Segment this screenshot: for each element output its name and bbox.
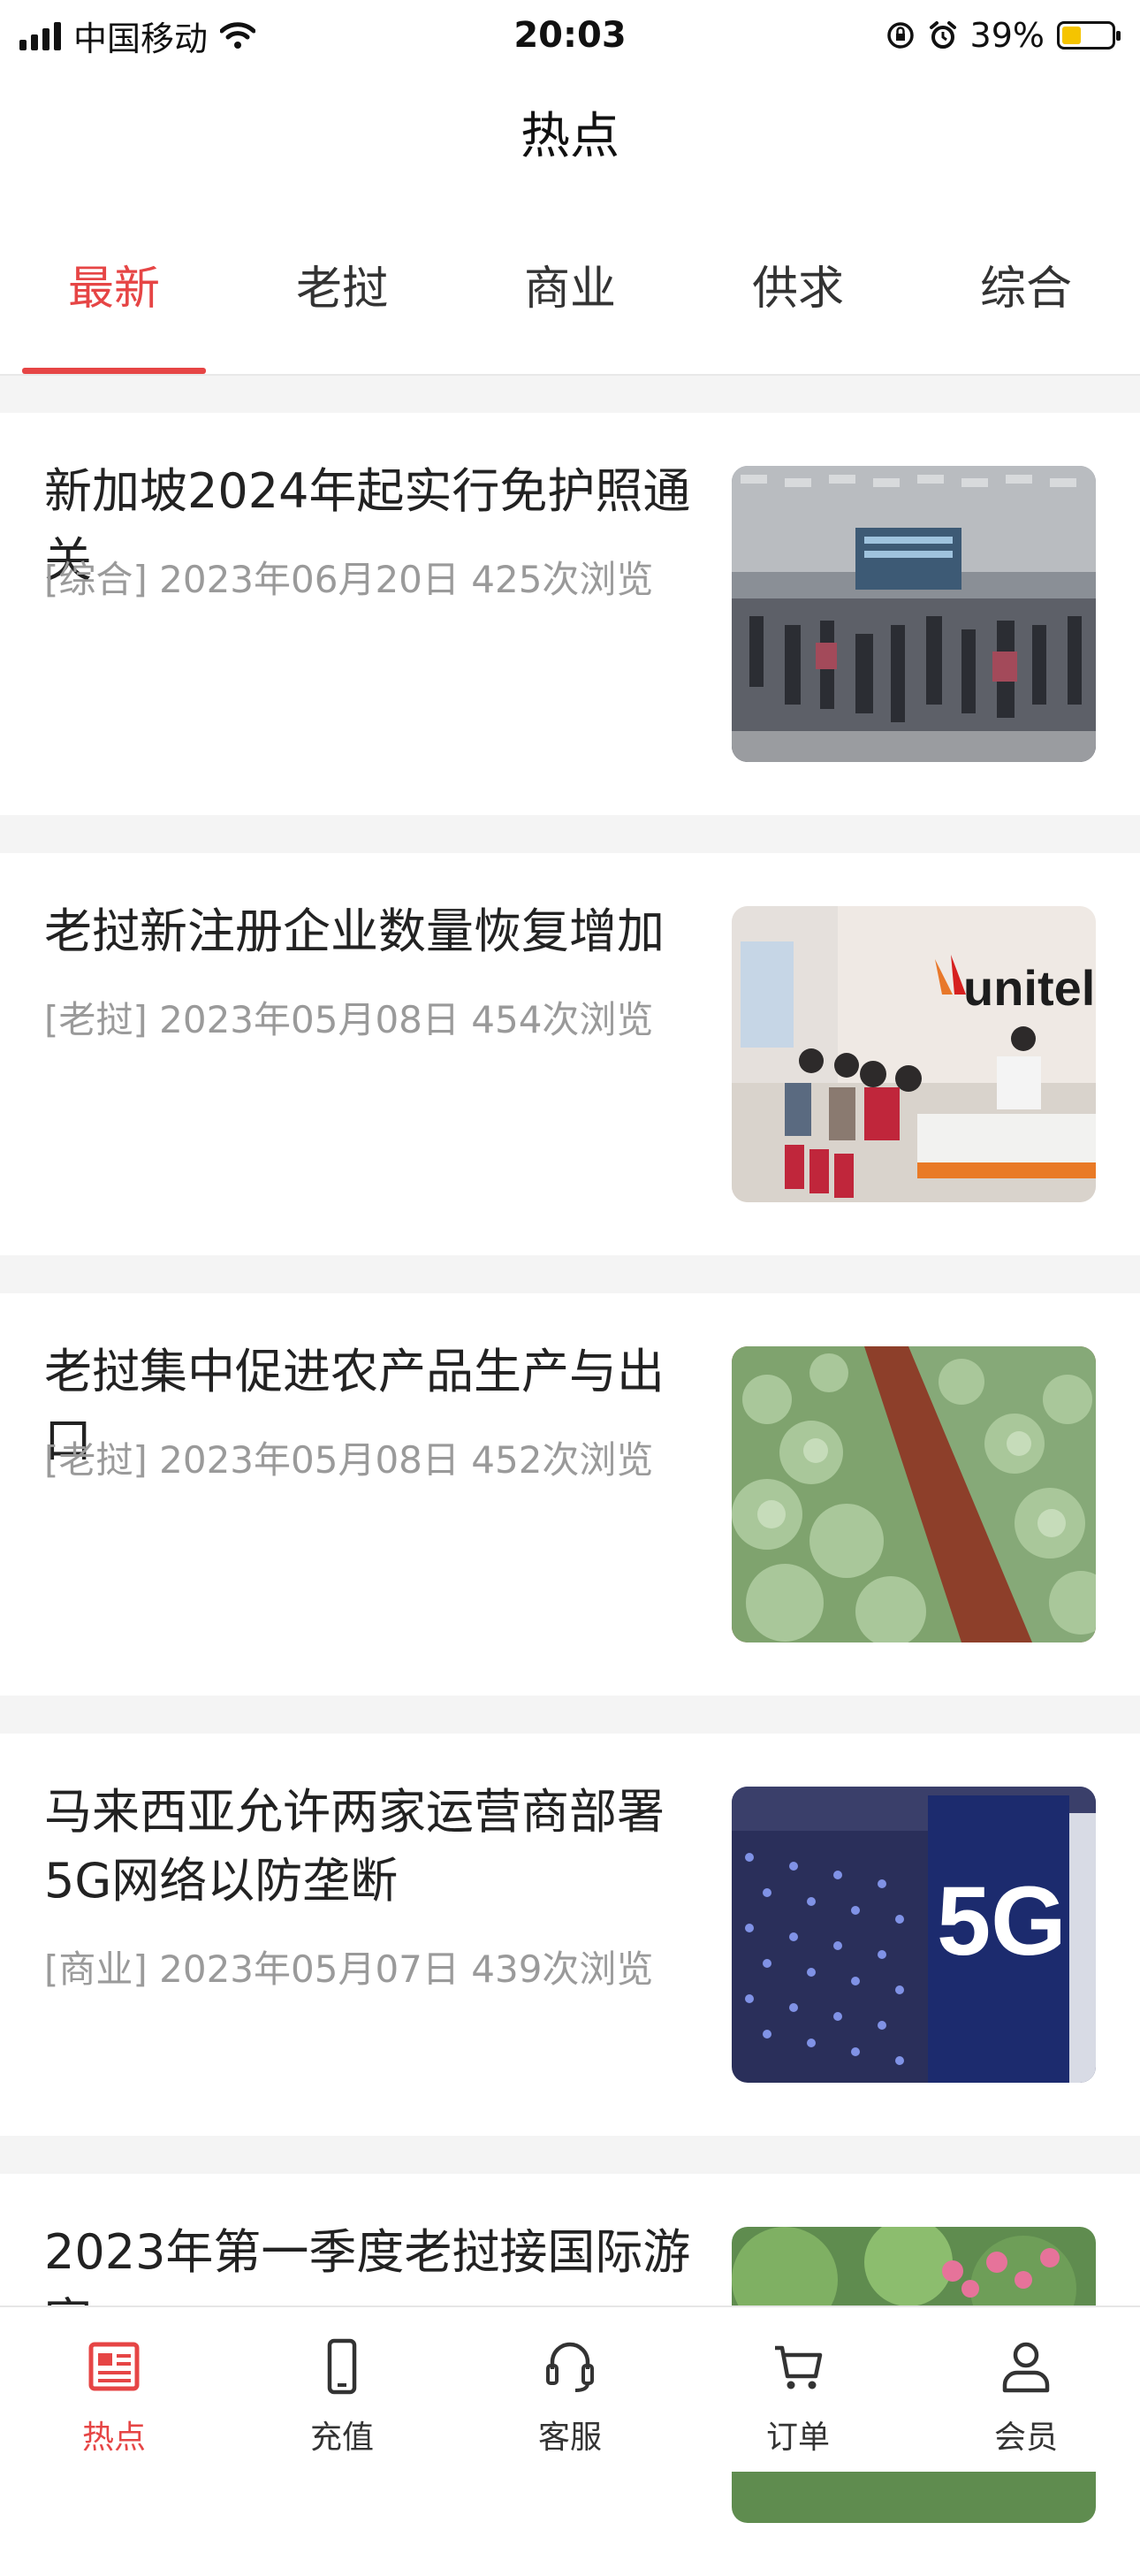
nav-recharge-label: 充值 — [309, 2420, 374, 2456]
news-thumbnail-5g-sign: 5G — [732, 1787, 1096, 2083]
status-right: 39% — [885, 11, 1121, 60]
news-title: 老挝新注册企业数量恢复增加 — [44, 903, 665, 959]
nav-member-label: 会员 — [993, 2420, 1058, 2456]
battery-fill — [1062, 27, 1081, 44]
status-bar: 中国移动 20:03 39% — [0, 0, 1140, 71]
page-title: 热点 — [521, 108, 619, 165]
news-meta: [综合] 2023年06月20日 425次浏览 — [44, 558, 654, 601]
news-title: 马来西亚允许两家运营商部署5G网络以防垄断 — [44, 1784, 665, 1909]
battery-percent: 39% — [969, 16, 1045, 55]
tab-latest[interactable]: 最新 — [0, 203, 228, 376]
5g-sign-text: 5G — [937, 1867, 1067, 1976]
news-icon — [88, 2342, 140, 2391]
tab-business[interactable]: 商业 — [456, 203, 684, 376]
nav-hot-label: 热点 — [81, 2420, 146, 2456]
news-item[interactable]: 新加坡2024年起实行免护照通关 [综合] 2023年06月20日 425次浏览 — [0, 413, 1140, 815]
nav-service-label: 客服 — [537, 2420, 602, 2456]
news-meta: [商业] 2023年05月07日 439次浏览 — [44, 1947, 654, 1991]
news-item[interactable]: 老挝集中促进农产品生产与出口 [老挝] 2023年05月08日 452次浏览 — [0, 1293, 1140, 1696]
alarm-icon — [929, 21, 956, 49]
nav-hot[interactable]: 热点 — [0, 2307, 228, 2473]
category-tabs: 最新 老挝 商业 供求 综合 — [0, 203, 1140, 376]
news-item[interactable]: 老挝新注册企业数量恢复增加 [老挝] 2023年05月08日 454次浏览 un… — [0, 853, 1140, 1255]
headset-icon — [546, 2342, 594, 2392]
news-thumbnail-airport — [732, 466, 1096, 762]
tab-supply-demand[interactable]: 供求 — [684, 203, 912, 376]
nav-member[interactable]: 会员 — [912, 2307, 1140, 2473]
cart-icon — [775, 2345, 823, 2389]
bottom-navigation: 热点 充值 客服 订单 会员 — [0, 2305, 1140, 2472]
tab-laos[interactable]: 老挝 — [228, 203, 456, 376]
news-meta: [老挝] 2023年05月08日 452次浏览 — [44, 1438, 654, 1482]
battery-icon — [1057, 21, 1121, 50]
nav-service[interactable]: 客服 — [456, 2307, 684, 2473]
phone-icon — [327, 2338, 357, 2395]
tab-general[interactable]: 综合 — [912, 203, 1140, 376]
page-header: 热点 — [0, 71, 1140, 203]
nav-recharge[interactable]: 充值 — [228, 2307, 456, 2473]
user-icon — [1002, 2342, 1050, 2393]
nav-orders[interactable]: 订单 — [684, 2307, 912, 2473]
news-meta: [老挝] 2023年05月08日 454次浏览 — [44, 998, 654, 1041]
rotation-lock-icon — [886, 22, 914, 49]
news-thumbnail-office: unitel — [732, 906, 1096, 1202]
nav-orders-label: 订单 — [765, 2420, 830, 2456]
news-item[interactable]: 马来西亚允许两家运营商部署5G网络以防垄断 [商业] 2023年05月07日 4… — [0, 1734, 1140, 2136]
active-tab-indicator — [22, 368, 206, 374]
news-thumbnail-cabbage-field — [732, 1346, 1096, 1642]
unitel-logo-text: unitel — [963, 960, 1095, 1016]
